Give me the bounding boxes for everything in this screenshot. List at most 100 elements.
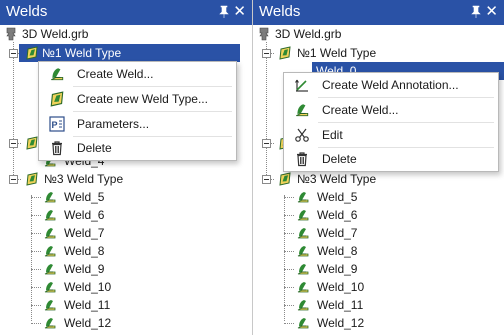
menu-item-create-weld[interactable]: Create Weld...	[39, 62, 236, 86]
tree-node-label: Weld_9	[64, 262, 105, 276]
tree-node-weld[interactable]: Weld_12	[253, 314, 504, 332]
tree-node-weld[interactable]: Weld_10	[0, 278, 252, 296]
tree-node-type3[interactable]: №3 Weld Type	[0, 170, 252, 188]
part-icon	[4, 27, 18, 41]
weld-type-icon	[25, 46, 39, 60]
weld-type-icon	[49, 91, 65, 107]
tree-node-label: Weld_8	[317, 244, 358, 258]
close-icon[interactable]: ✕	[485, 3, 498, 20]
weld-type-icon	[25, 172, 39, 186]
tree-root[interactable]: 3D Weld.grb	[253, 25, 504, 43]
weld-icon	[296, 262, 310, 276]
panel-title: Welds	[6, 3, 48, 20]
tree-node-label: Weld_7	[317, 226, 358, 240]
menu-item-create-weld-type[interactable]: Create new Weld Type...	[39, 87, 236, 111]
welds-panel-right: Welds ✕ 3D Weld.grb №1 Weld Type Weld_0	[253, 0, 504, 335]
tree-root[interactable]: 3D Weld.grb	[0, 25, 252, 43]
weld-icon	[296, 208, 310, 222]
tree-node-label: №3 Weld Type	[297, 172, 377, 186]
close-icon[interactable]: ✕	[233, 3, 246, 20]
tree-node-weld[interactable]: Weld_8	[253, 242, 504, 260]
menu-item-create-weld-annotation[interactable]: Create Weld Annotation...	[284, 73, 498, 97]
collapse-toggle-icon[interactable]	[9, 49, 18, 58]
tree-node-weld[interactable]: Weld_9	[0, 260, 252, 278]
menu-item-label: Create new Weld Type...	[77, 92, 208, 106]
weld-icon	[43, 208, 57, 222]
panel-title: Welds	[259, 3, 301, 20]
trash-icon	[294, 151, 310, 167]
tree-node-weld[interactable]: Weld_11	[0, 296, 252, 314]
tree-node-label: Weld_12	[64, 316, 112, 330]
weld-icon	[294, 102, 310, 118]
collapse-toggle-icon[interactable]	[262, 139, 271, 148]
parameters-icon	[49, 116, 65, 132]
tree-node-weld[interactable]: Weld_7	[253, 224, 504, 242]
tree-node-type1[interactable]: №1 Weld Type	[253, 44, 504, 62]
menu-item-label: Edit	[322, 128, 343, 142]
menu-item-delete[interactable]: Delete	[284, 147, 498, 171]
tree-node-label: Weld_9	[317, 262, 358, 276]
weld-icon	[43, 280, 57, 294]
menu-item-delete[interactable]: Delete	[39, 136, 236, 160]
weld-icon	[49, 66, 65, 82]
tree-root-label: 3D Weld.grb	[22, 27, 89, 41]
tree-node-label: Weld_6	[64, 208, 105, 222]
collapse-toggle-icon[interactable]	[262, 175, 271, 184]
pin-icon[interactable]	[218, 5, 230, 19]
tree-node-weld[interactable]: Weld_12	[0, 314, 252, 332]
pin-icon[interactable]	[470, 5, 482, 19]
tree-node-label: Weld_11	[64, 298, 111, 312]
weld-icon	[43, 316, 57, 330]
tree-node-weld[interactable]: Weld_5	[253, 188, 504, 206]
tree-node-type3[interactable]: №3 Weld Type	[253, 170, 504, 188]
menu-item-label: Create Weld...	[77, 67, 154, 81]
weld-annotation-icon	[294, 77, 310, 93]
weld-icon	[296, 280, 310, 294]
weld-icon	[296, 190, 310, 204]
tree-node-weld[interactable]: Weld_6	[0, 206, 252, 224]
tree-node-label: Weld_5	[317, 190, 358, 204]
weld-icon	[43, 226, 57, 240]
menu-item-label: Parameters...	[77, 117, 150, 131]
tree-node-type1[interactable]: №1 Weld Type	[19, 44, 240, 62]
tree-node-label: №1 Weld Type	[42, 46, 122, 60]
menu-item-create-weld[interactable]: Create Weld...	[284, 98, 498, 122]
weld-icon	[296, 226, 310, 240]
menu-item-label: Delete	[77, 141, 112, 155]
tree-node-label: Weld_6	[317, 208, 358, 222]
menu-item-parameters[interactable]: Parameters...	[39, 112, 236, 136]
tree-node-weld[interactable]: Weld_9	[253, 260, 504, 278]
tree-node-label: Weld_8	[64, 244, 105, 258]
tree-node-label: Weld_10	[64, 280, 112, 294]
scissors-icon	[294, 127, 310, 143]
menu-item-label: Delete	[322, 152, 357, 166]
tree-node-weld[interactable]: Weld_10	[253, 278, 504, 296]
weld-icon	[43, 298, 57, 312]
tree-node-weld[interactable]: Weld_6	[253, 206, 504, 224]
collapse-toggle-icon[interactable]	[9, 175, 18, 184]
weld-icon	[43, 190, 57, 204]
weld-icon	[43, 244, 57, 258]
tree-node-weld[interactable]: Weld_11	[253, 296, 504, 314]
weld-icon	[296, 316, 310, 330]
weld-icon	[43, 262, 57, 276]
menu-item-label: Create Weld Annotation...	[322, 78, 459, 92]
tree-node-weld[interactable]: Weld_5	[0, 188, 252, 206]
welds-panel-left: Welds ✕ 3D Weld.grb №1 Weld Type Weld_4 …	[0, 0, 252, 335]
weld-type-icon	[278, 172, 292, 186]
context-menu: Create Weld... Create new Weld Type... P…	[38, 61, 237, 161]
menu-item-edit[interactable]: Edit	[284, 123, 498, 147]
collapse-toggle-icon[interactable]	[262, 49, 271, 58]
tree-node-label: Weld_5	[64, 190, 105, 204]
collapse-toggle-icon[interactable]	[9, 139, 18, 148]
weld-icon	[296, 298, 310, 312]
weld-type-icon	[278, 46, 292, 60]
tree-node-weld[interactable]: Weld_7	[0, 224, 252, 242]
panel-titlebar: Welds ✕	[0, 0, 252, 25]
tree-node-label: Weld_11	[317, 298, 364, 312]
weld-type-icon	[25, 136, 39, 150]
tree-node-label: Weld_12	[317, 316, 365, 330]
panel-titlebar: Welds ✕	[253, 0, 504, 25]
tree-node-label: №3 Weld Type	[44, 172, 124, 186]
tree-node-weld[interactable]: Weld_8	[0, 242, 252, 260]
